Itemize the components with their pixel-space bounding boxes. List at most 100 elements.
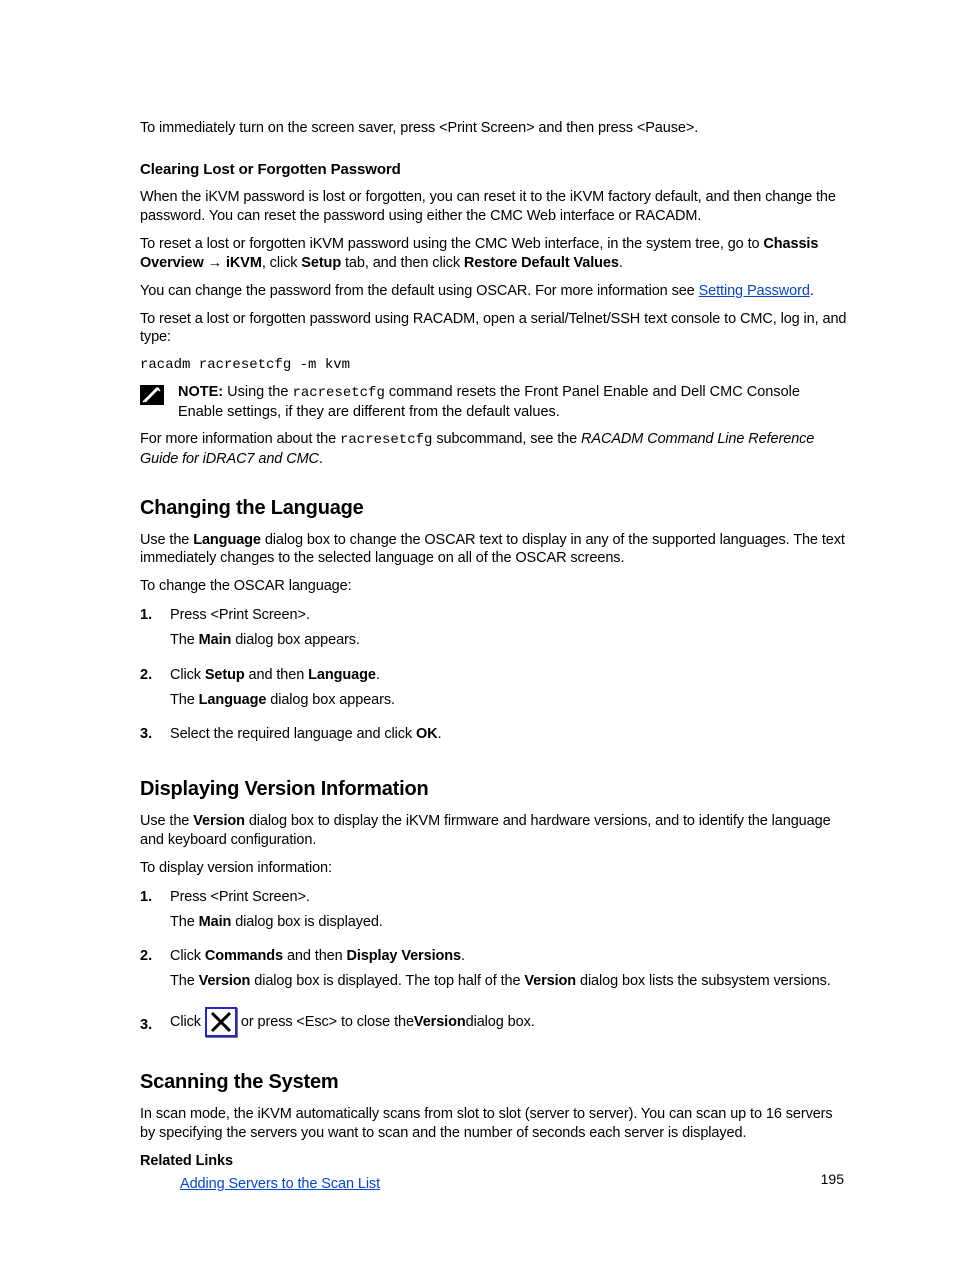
steps-list-version: 1. Press <Print Screen>. The Main dialog…	[140, 888, 849, 1043]
step-number: 2.	[140, 666, 170, 685]
text: Press <Print Screen>.	[170, 606, 849, 625]
step-number: 1.	[140, 606, 170, 625]
text: To reset a lost or forgotten iKVM passwo…	[140, 236, 763, 252]
text: The Language dialog box appears.	[170, 691, 849, 710]
step-number: 2.	[140, 947, 170, 966]
document-page: To immediately turn on the screen saver,…	[0, 0, 954, 1268]
heading-scanning-system: Scanning the System	[140, 1069, 849, 1095]
text: The Main dialog box is displayed.	[170, 913, 849, 932]
text: .	[319, 451, 323, 467]
text: dialog box is displayed. The top half of…	[250, 973, 524, 989]
note-block: NOTE: Using the racresetcfg command rese…	[140, 383, 849, 421]
step-item: 2. Click Commands and then Display Versi…	[140, 947, 849, 997]
text: .	[810, 283, 814, 299]
text: For more information about the	[140, 431, 340, 447]
text: .	[438, 726, 442, 742]
body-text: Use the Language dialog box to change th…	[140, 531, 849, 569]
step-number: 3.	[140, 1016, 170, 1035]
steps-list-language: 1. Press <Print Screen>. The Main dialog…	[140, 606, 849, 750]
text: and then	[283, 948, 347, 964]
text: .	[461, 948, 465, 964]
text-bold: Main	[199, 914, 232, 930]
text: Click or press <Esc> to close the Versio…	[170, 1007, 849, 1037]
text: Press <Print Screen>.	[170, 888, 849, 907]
text: The Main dialog box appears.	[170, 631, 849, 650]
text: dialog box lists the subsystem versions.	[576, 973, 831, 989]
text: Click	[170, 1013, 201, 1032]
step-body: Click Commands and then Display Versions…	[170, 947, 849, 997]
text: , click	[262, 255, 301, 271]
link-setting-password[interactable]: Setting Password	[699, 283, 810, 299]
step-number: 3.	[140, 725, 170, 744]
text: Use the	[140, 532, 193, 548]
code-inline: racresetcfg	[292, 385, 384, 401]
text-bold: Version	[193, 813, 245, 829]
step-body: Press <Print Screen>. The Main dialog bo…	[170, 888, 849, 938]
text-bold: Language	[193, 532, 261, 548]
step-item: 3. Click or press <Esc> to close the Ver…	[140, 1007, 849, 1043]
body-text: You can change the password from the def…	[140, 282, 849, 301]
text-bold: Setup	[205, 667, 245, 683]
text: Click	[170, 667, 205, 683]
code-command: racadm racresetcfg -m kvm	[140, 356, 849, 374]
body-text: When the iKVM password is lost or forgot…	[140, 188, 849, 226]
step-body: Press <Print Screen>. The Main dialog bo…	[170, 606, 849, 656]
text: →	[204, 255, 226, 271]
text: The	[170, 632, 199, 648]
body-text: To change the OSCAR language:	[140, 577, 849, 596]
step-number: 1.	[140, 888, 170, 907]
note-text: NOTE: Using the racresetcfg command rese…	[178, 383, 849, 421]
text: Click Setup and then Language.	[170, 666, 849, 685]
text: Use the	[140, 813, 193, 829]
text: .	[376, 667, 380, 683]
text-bold: Setup	[301, 255, 341, 271]
related-links-label: Related Links	[140, 1152, 849, 1171]
step-body: Click or press <Esc> to close the Versio…	[170, 1007, 849, 1043]
code-inline: racresetcfg	[340, 432, 432, 448]
text-bold: Restore Default Values	[464, 255, 619, 271]
text-bold: OK	[416, 726, 438, 742]
step-body: Select the required language and click O…	[170, 725, 849, 750]
body-text: For more information about the racresetc…	[140, 430, 849, 468]
text: dialog box.	[466, 1013, 535, 1032]
step-item: 1. Press <Print Screen>. The Main dialog…	[140, 888, 849, 938]
body-text: To display version information:	[140, 859, 849, 878]
text-bold: Version	[414, 1013, 466, 1032]
related-link-row: Adding Servers to the Scan List	[180, 1175, 849, 1194]
text: The	[170, 973, 199, 989]
text-bold: Language	[199, 692, 267, 708]
text-bold: iKVM	[226, 255, 262, 271]
text: tab, and then click	[341, 255, 464, 271]
text: dialog box is displayed.	[231, 914, 382, 930]
text: Click	[170, 948, 205, 964]
note-label: NOTE:	[178, 384, 223, 400]
heading-display-version: Displaying Version Information	[140, 776, 849, 802]
text: or press <Esc> to close the	[241, 1013, 414, 1032]
text-bold: Display Versions	[347, 948, 461, 964]
link-adding-servers[interactable]: Adding Servers to the Scan List	[180, 1176, 380, 1192]
page-number: 195	[821, 1170, 844, 1188]
text: dialog box appears.	[231, 632, 360, 648]
step-body: Click Setup and then Language. The Langu…	[170, 666, 849, 716]
step-item: 3. Select the required language and clic…	[140, 725, 849, 750]
body-text: In scan mode, the iKVM automatically sca…	[140, 1105, 849, 1143]
text-bold: Version	[524, 973, 576, 989]
text: You can change the password from the def…	[140, 283, 699, 299]
body-text: To reset a lost or forgotten password us…	[140, 310, 849, 348]
close-icon	[205, 1007, 237, 1037]
text: Select the required language and click O…	[170, 725, 849, 744]
text: The Version dialog box is displayed. The…	[170, 972, 849, 991]
text: dialog box appears.	[266, 692, 395, 708]
text: and then	[245, 667, 309, 683]
text-bold: Commands	[205, 948, 283, 964]
intro-para: To immediately turn on the screen saver,…	[140, 119, 849, 138]
text-bold: Language	[308, 667, 376, 683]
text: Select the required language and click	[170, 726, 416, 742]
text: .	[619, 255, 623, 271]
step-item: 2. Click Setup and then Language. The La…	[140, 666, 849, 716]
step-item: 1. Press <Print Screen>. The Main dialog…	[140, 606, 849, 656]
text-bold: Version	[199, 973, 251, 989]
text: Click Commands and then Display Versions…	[170, 947, 849, 966]
note-icon	[140, 385, 164, 405]
heading-clearing-password: Clearing Lost or Forgotten Password	[140, 160, 849, 180]
